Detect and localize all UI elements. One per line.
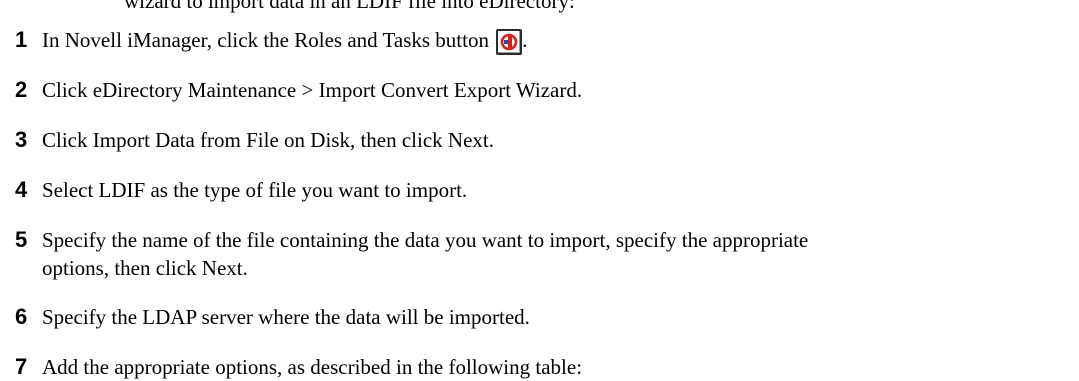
step-text: In Novell iManager, click the Roles and … <box>42 28 489 52</box>
step-number: 1 <box>15 27 28 52</box>
step-2: 2 Click eDirectory Maintenance > Import C… <box>15 76 582 104</box>
intro-text-fragment: wizard to import data in an LDIF file in… <box>124 0 575 13</box>
step-5: 5 Specify the name of the file containing… <box>15 226 808 254</box>
step-5-continuation: options, then click Next. <box>42 256 248 280</box>
step-number: 3 <box>15 127 28 152</box>
step-4: 4 Select LDIF as the type of file you wan… <box>15 176 467 204</box>
step-text: Specify the LDAP server where the data w… <box>42 305 530 329</box>
step-text: Click Import Data from File on Disk, the… <box>42 128 494 152</box>
step-3: 3 Click Import Data from File on Disk, th… <box>15 126 494 154</box>
roles-and-tasks-icon <box>496 29 523 55</box>
step-number: 2 <box>15 77 28 102</box>
step-6: 6 Specify the LDAP server where the data … <box>15 303 530 331</box>
step-number: 4 <box>15 177 28 202</box>
step-text: Add the appropriate options, as describe… <box>42 355 583 379</box>
step-text: Select LDIF as the type of file you want… <box>42 178 468 202</box>
step-1: 1 In Novell iManager, click the Roles and… <box>15 26 527 55</box>
step-number: 7 <box>15 354 28 379</box>
step-text-suffix: . <box>522 28 528 52</box>
step-number: 5 <box>15 227 28 252</box>
step-number: 6 <box>15 304 28 329</box>
step-text: Click eDirectory Maintenance > Import Co… <box>42 78 583 102</box>
step-7: 7 Add the appropriate options, as describ… <box>15 353 582 381</box>
step-text: Specify the name of the file containing … <box>42 228 809 252</box>
